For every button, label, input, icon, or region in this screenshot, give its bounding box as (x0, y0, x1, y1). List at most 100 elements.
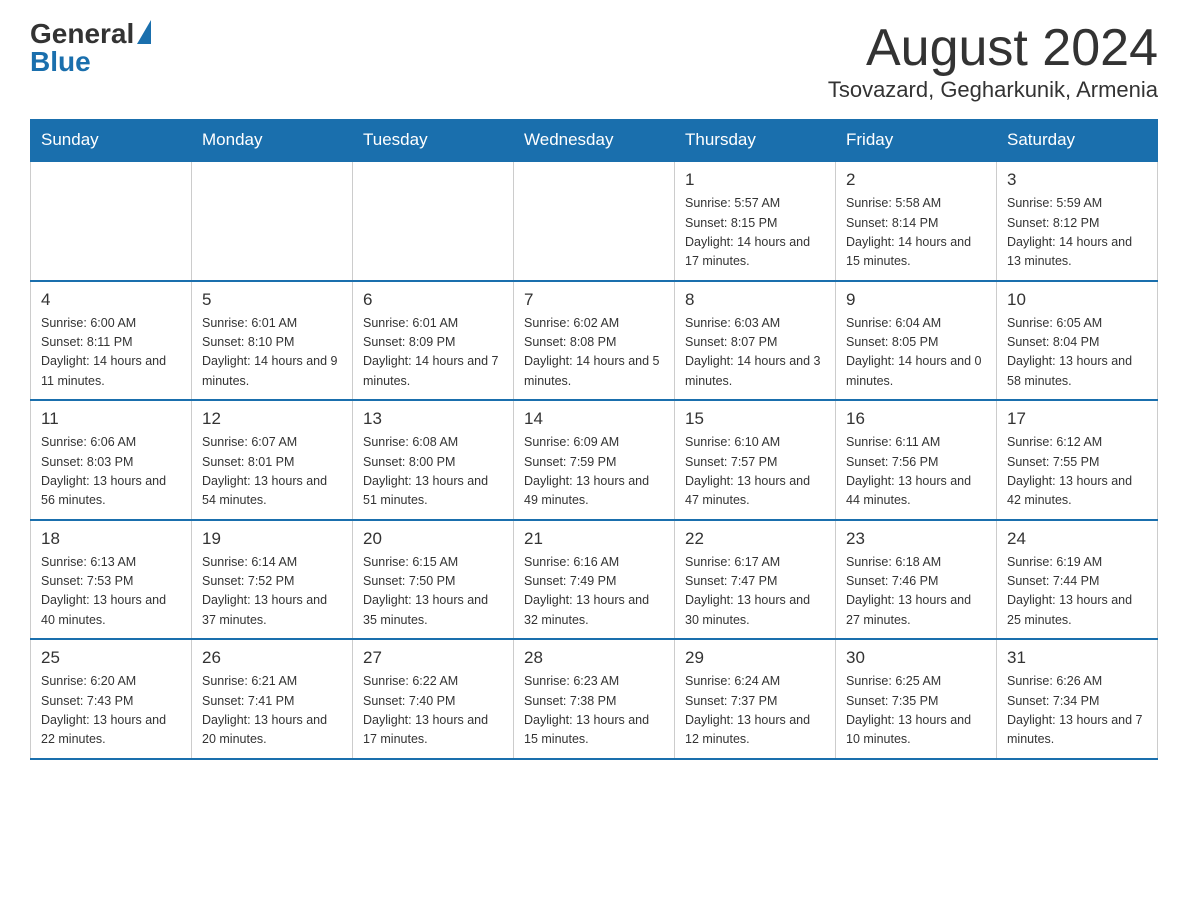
calendar-cell: 28 Sunrise: 6:23 AM Sunset: 7:38 PM Dayli… (514, 639, 675, 759)
day-info: Sunrise: 5:59 AM Sunset: 8:12 PM Dayligh… (1007, 194, 1147, 272)
day-number: 14 (524, 409, 664, 429)
logo: General Blue (30, 20, 151, 76)
calendar-cell: 15 Sunrise: 6:10 AM Sunset: 7:57 PM Dayli… (675, 400, 836, 520)
weekday-header-saturday: Saturday (997, 120, 1158, 162)
calendar-cell: 22 Sunrise: 6:17 AM Sunset: 7:47 PM Dayli… (675, 520, 836, 640)
month-title: August 2024 (828, 20, 1158, 77)
calendar-week-row: 11 Sunrise: 6:06 AM Sunset: 8:03 PM Dayli… (31, 400, 1158, 520)
calendar-cell (192, 161, 353, 281)
day-number: 19 (202, 529, 342, 549)
day-number: 17 (1007, 409, 1147, 429)
day-info: Sunrise: 6:16 AM Sunset: 7:49 PM Dayligh… (524, 553, 664, 631)
calendar-cell (31, 161, 192, 281)
calendar-cell: 14 Sunrise: 6:09 AM Sunset: 7:59 PM Dayli… (514, 400, 675, 520)
day-info: Sunrise: 6:13 AM Sunset: 7:53 PM Dayligh… (41, 553, 181, 631)
day-number: 27 (363, 648, 503, 668)
day-number: 12 (202, 409, 342, 429)
day-number: 24 (1007, 529, 1147, 549)
day-info: Sunrise: 6:06 AM Sunset: 8:03 PM Dayligh… (41, 433, 181, 511)
calendar-cell: 9Sunrise: 6:04 AM Sunset: 8:05 PM Daylig… (836, 281, 997, 401)
day-info: Sunrise: 6:14 AM Sunset: 7:52 PM Dayligh… (202, 553, 342, 631)
day-info: Sunrise: 6:26 AM Sunset: 7:34 PM Dayligh… (1007, 672, 1147, 750)
calendar-cell (353, 161, 514, 281)
day-info: Sunrise: 6:01 AM Sunset: 8:09 PM Dayligh… (363, 314, 503, 392)
day-number: 3 (1007, 170, 1147, 190)
day-info: Sunrise: 5:58 AM Sunset: 8:14 PM Dayligh… (846, 194, 986, 272)
calendar-cell: 7 Sunrise: 6:02 AM Sunset: 8:08 PM Daylig… (514, 281, 675, 401)
day-number: 6 (363, 290, 503, 310)
day-number: 11 (41, 409, 181, 429)
day-number: 7 (524, 290, 664, 310)
calendar-cell: 1Sunrise: 5:57 AM Sunset: 8:15 PM Daylig… (675, 161, 836, 281)
calendar-cell: 30 Sunrise: 6:25 AM Sunset: 7:35 PM Dayli… (836, 639, 997, 759)
calendar-cell: 16Sunrise: 6:11 AM Sunset: 7:56 PM Dayli… (836, 400, 997, 520)
day-number: 5 (202, 290, 342, 310)
day-number: 18 (41, 529, 181, 549)
weekday-header-thursday: Thursday (675, 120, 836, 162)
day-info: Sunrise: 6:23 AM Sunset: 7:38 PM Dayligh… (524, 672, 664, 750)
calendar-week-row: 18 Sunrise: 6:13 AM Sunset: 7:53 PM Dayli… (31, 520, 1158, 640)
day-number: 8 (685, 290, 825, 310)
calendar-cell: 21Sunrise: 6:16 AM Sunset: 7:49 PM Dayli… (514, 520, 675, 640)
calendar-cell (514, 161, 675, 281)
calendar-cell: 26Sunrise: 6:21 AM Sunset: 7:41 PM Dayli… (192, 639, 353, 759)
day-info: Sunrise: 6:00 AM Sunset: 8:11 PM Dayligh… (41, 314, 181, 392)
day-number: 30 (846, 648, 986, 668)
day-info: Sunrise: 5:57 AM Sunset: 8:15 PM Dayligh… (685, 194, 825, 272)
day-info: Sunrise: 6:19 AM Sunset: 7:44 PM Dayligh… (1007, 553, 1147, 631)
calendar-cell: 5 Sunrise: 6:01 AM Sunset: 8:10 PM Daylig… (192, 281, 353, 401)
calendar-cell: 4 Sunrise: 6:00 AM Sunset: 8:11 PM Daylig… (31, 281, 192, 401)
day-number: 31 (1007, 648, 1147, 668)
day-info: Sunrise: 6:20 AM Sunset: 7:43 PM Dayligh… (41, 672, 181, 750)
calendar-cell: 6 Sunrise: 6:01 AM Sunset: 8:09 PM Daylig… (353, 281, 514, 401)
calendar-week-row: 4 Sunrise: 6:00 AM Sunset: 8:11 PM Daylig… (31, 281, 1158, 401)
day-number: 20 (363, 529, 503, 549)
calendar-cell: 19 Sunrise: 6:14 AM Sunset: 7:52 PM Dayli… (192, 520, 353, 640)
day-info: Sunrise: 6:12 AM Sunset: 7:55 PM Dayligh… (1007, 433, 1147, 511)
day-number: 28 (524, 648, 664, 668)
calendar-cell: 8 Sunrise: 6:03 AM Sunset: 8:07 PM Daylig… (675, 281, 836, 401)
day-info: Sunrise: 6:02 AM Sunset: 8:08 PM Dayligh… (524, 314, 664, 392)
calendar-cell: 2Sunrise: 5:58 AM Sunset: 8:14 PM Daylig… (836, 161, 997, 281)
calendar-cell: 24 Sunrise: 6:19 AM Sunset: 7:44 PM Dayli… (997, 520, 1158, 640)
calendar-cell: 12 Sunrise: 6:07 AM Sunset: 8:01 PM Dayli… (192, 400, 353, 520)
day-info: Sunrise: 6:17 AM Sunset: 7:47 PM Dayligh… (685, 553, 825, 631)
logo-general-text: General (30, 20, 134, 48)
day-number: 29 (685, 648, 825, 668)
weekday-header-monday: Monday (192, 120, 353, 162)
logo-blue-text: Blue (30, 46, 91, 77)
day-info: Sunrise: 6:15 AM Sunset: 7:50 PM Dayligh… (363, 553, 503, 631)
day-info: Sunrise: 6:21 AM Sunset: 7:41 PM Dayligh… (202, 672, 342, 750)
location-title: Tsovazard, Gegharkunik, Armenia (828, 77, 1158, 103)
calendar-cell: 29Sunrise: 6:24 AM Sunset: 7:37 PM Dayli… (675, 639, 836, 759)
calendar-cell: 13Sunrise: 6:08 AM Sunset: 8:00 PM Dayli… (353, 400, 514, 520)
day-number: 23 (846, 529, 986, 549)
day-info: Sunrise: 6:05 AM Sunset: 8:04 PM Dayligh… (1007, 314, 1147, 392)
day-number: 15 (685, 409, 825, 429)
weekday-header-friday: Friday (836, 120, 997, 162)
day-info: Sunrise: 6:07 AM Sunset: 8:01 PM Dayligh… (202, 433, 342, 511)
calendar-table: SundayMondayTuesdayWednesdayThursdayFrid… (30, 119, 1158, 760)
day-number: 9 (846, 290, 986, 310)
calendar-week-row: 25Sunrise: 6:20 AM Sunset: 7:43 PM Dayli… (31, 639, 1158, 759)
calendar-cell: 23 Sunrise: 6:18 AM Sunset: 7:46 PM Dayli… (836, 520, 997, 640)
day-number: 16 (846, 409, 986, 429)
day-info: Sunrise: 6:22 AM Sunset: 7:40 PM Dayligh… (363, 672, 503, 750)
day-info: Sunrise: 6:10 AM Sunset: 7:57 PM Dayligh… (685, 433, 825, 511)
weekday-header-sunday: Sunday (31, 120, 192, 162)
day-number: 22 (685, 529, 825, 549)
calendar-cell: 17 Sunrise: 6:12 AM Sunset: 7:55 PM Dayli… (997, 400, 1158, 520)
day-number: 13 (363, 409, 503, 429)
day-info: Sunrise: 6:18 AM Sunset: 7:46 PM Dayligh… (846, 553, 986, 631)
calendar-cell: 11 Sunrise: 6:06 AM Sunset: 8:03 PM Dayli… (31, 400, 192, 520)
calendar-cell: 3 Sunrise: 5:59 AM Sunset: 8:12 PM Daylig… (997, 161, 1158, 281)
page-header: General Blue August 2024 Tsovazard, Gegh… (30, 20, 1158, 103)
calendar-cell: 27 Sunrise: 6:22 AM Sunset: 7:40 PM Dayli… (353, 639, 514, 759)
day-number: 4 (41, 290, 181, 310)
day-info: Sunrise: 6:01 AM Sunset: 8:10 PM Dayligh… (202, 314, 342, 392)
title-block: August 2024 Tsovazard, Gegharkunik, Arme… (828, 20, 1158, 103)
day-info: Sunrise: 6:25 AM Sunset: 7:35 PM Dayligh… (846, 672, 986, 750)
day-info: Sunrise: 6:03 AM Sunset: 8:07 PM Dayligh… (685, 314, 825, 392)
calendar-cell: 25Sunrise: 6:20 AM Sunset: 7:43 PM Dayli… (31, 639, 192, 759)
day-info: Sunrise: 6:09 AM Sunset: 7:59 PM Dayligh… (524, 433, 664, 511)
